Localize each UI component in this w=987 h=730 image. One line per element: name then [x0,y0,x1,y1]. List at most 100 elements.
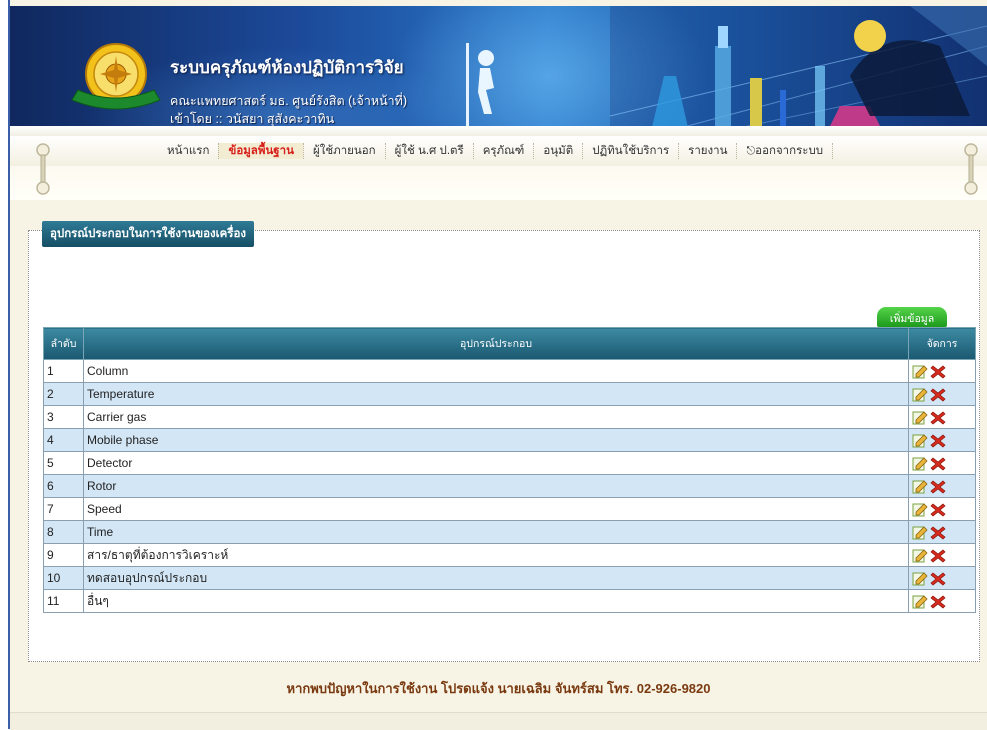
delete-icon[interactable] [930,410,946,425]
nav-item-reports[interactable]: รายงาน [678,143,736,159]
table-row: 3 Carrier gas [43,405,976,429]
row-actions [908,543,976,567]
nav-items: หน้าแรก ข้อมูลพื้นฐาน ผู้ใช้ภายนอก ผู้ใช… [158,143,834,159]
row-actions [908,451,976,475]
nav-item-equipment[interactable]: ครุภัณฑ์ [472,143,534,159]
edit-icon[interactable] [912,456,928,471]
row-accessory-name: Mobile phase [83,428,909,452]
row-order: 5 [43,451,84,475]
scroll-ornament-right [964,143,978,195]
nav-item-external-users[interactable]: ผู้ใช้ภายนอก [302,143,385,159]
nav-item-student-users[interactable]: ผู้ใช้ น.ศ ป.ตรี [384,143,473,159]
row-accessory-name: สาร/ธาตุที่ต้องการวิเคราะห์ [83,543,909,567]
figure-icon [478,50,494,114]
equipment-fieldset: เพิ่มข้อมูล ลำดับ อุปกรณ์ประกอบ จัดการ 1… [28,230,980,662]
table-row: 10 ทดสอบอุปกรณ์ประกอบ [43,566,976,590]
scroll-ornament-left [36,143,50,195]
table-row: 11 อื่นๆ [43,589,976,613]
row-accessory-name: Carrier gas [83,405,909,429]
row-order: 9 [43,543,84,567]
row-order: 1 [43,359,84,383]
row-actions [908,382,976,406]
delete-icon[interactable] [930,387,946,402]
row-accessory-name: Speed [83,497,909,521]
row-accessory-name: Temperature [83,382,909,406]
row-order: 6 [43,474,84,498]
delete-icon[interactable] [930,364,946,379]
delete-icon[interactable] [930,594,946,609]
row-actions [908,566,976,590]
footer-contact: หากพบปัญหาในการใช้งาน โปรดแจ้ง นายเฉลิม … [286,681,711,696]
edit-icon[interactable] [912,410,928,425]
section-legend: อุปกรณ์ประกอบในการใช้งานของเครื่อง [42,221,254,247]
row-actions [908,359,976,383]
table-body: 1 Column 2 Temperature 3 Carrier gas 4 Mobile p… [43,359,976,613]
delete-icon[interactable] [930,479,946,494]
system-title: ระบบครุภัณฑ์ห้องปฏิบัติการวิจัย [170,58,404,77]
row-actions [908,589,976,613]
table-row: 9 สาร/ธาตุที่ต้องการวิเคราะห์ [43,543,976,567]
page-bottom-bar [10,712,987,730]
edit-icon[interactable] [912,571,928,586]
delete-icon[interactable] [930,525,946,540]
row-actions [908,405,976,429]
table-row: 7 Speed [43,497,976,521]
nav-item-calendar[interactable]: ปฏิทินใช้บริการ [582,143,678,159]
edit-icon[interactable] [912,387,928,402]
nav-item-home[interactable]: หน้าแรก [158,143,218,159]
row-order: 3 [43,405,84,429]
row-order: 11 [43,589,84,613]
row-order: 4 [43,428,84,452]
row-accessory-name: Column [83,359,909,383]
row-order: 10 [43,566,84,590]
col-header-accessory: อุปกรณ์ประกอบ [83,327,909,360]
row-accessory-name: อื่นๆ [83,589,909,613]
edit-icon[interactable] [912,594,928,609]
nav-item-basic-data[interactable]: ข้อมูลพื้นฐาน [218,143,303,159]
edit-icon[interactable] [912,525,928,540]
edit-icon[interactable] [912,548,928,563]
row-accessory-name: Rotor [83,474,909,498]
delete-icon[interactable] [930,456,946,471]
row-order: 2 [43,382,84,406]
delete-icon[interactable] [930,571,946,586]
table-row: 5 Detector [43,451,976,475]
banner-divider [466,43,469,136]
main-navigation: หน้าแรก ข้อมูลพื้นฐาน ผู้ใช้ภายนอก ผู้ใช… [10,136,987,167]
col-header-manage: จัดการ [908,327,976,360]
accessory-table: ลำดับ อุปกรณ์ประกอบ จัดการ 1 Column 2 Tempe… [43,327,976,613]
row-actions [908,474,976,498]
delete-icon[interactable] [930,502,946,517]
delete-icon[interactable] [930,433,946,448]
main-content: เพิ่มข้อมูล ลำดับ อุปกรณ์ประกอบ จัดการ 1… [24,200,987,670]
add-data-button[interactable]: เพิ่มข้อมูล [877,307,947,327]
nav-item-logout-label: ออกจากระบบ [755,145,824,157]
row-accessory-name: Detector [83,451,909,475]
delete-icon[interactable] [930,548,946,563]
edit-icon[interactable] [912,479,928,494]
table-header-row: ลำดับ อุปกรณ์ประกอบ จัดการ [43,327,976,360]
row-actions [908,520,976,544]
header-banner: ระบบครุภัณฑ์ห้องปฏิบัติการวิจัย คณะแพทยศ… [10,6,987,136]
nav-item-logout[interactable]: ⎋ออกจากระบบ [736,143,834,159]
row-order: 7 [43,497,84,521]
table-row: 1 Column [43,359,976,383]
table-row: 6 Rotor [43,474,976,498]
row-accessory-name: Time [83,520,909,544]
logout-icon: ⎋ [746,145,756,157]
laboratory-illustration [610,6,987,136]
table-row: 2 Temperature [43,382,976,406]
row-actions [908,497,976,521]
col-header-order: ลำดับ [43,327,84,360]
row-accessory-name: ทดสอบอุปกรณ์ประกอบ [83,566,909,590]
nav-subbar [10,166,987,200]
university-seal-logo [71,43,161,110]
banner-bottom-band [10,126,987,136]
table-row: 4 Mobile phase [43,428,976,452]
edit-icon[interactable] [912,364,928,379]
edit-icon[interactable] [912,502,928,517]
table-row: 8 Time [43,520,976,544]
edit-icon[interactable] [912,433,928,448]
faculty-name: คณะแพทยศาสตร์ มธ. ศูนย์รังสิต (เจ้าหน้าท… [170,94,408,108]
nav-item-approval[interactable]: อนุมัติ [533,143,582,159]
